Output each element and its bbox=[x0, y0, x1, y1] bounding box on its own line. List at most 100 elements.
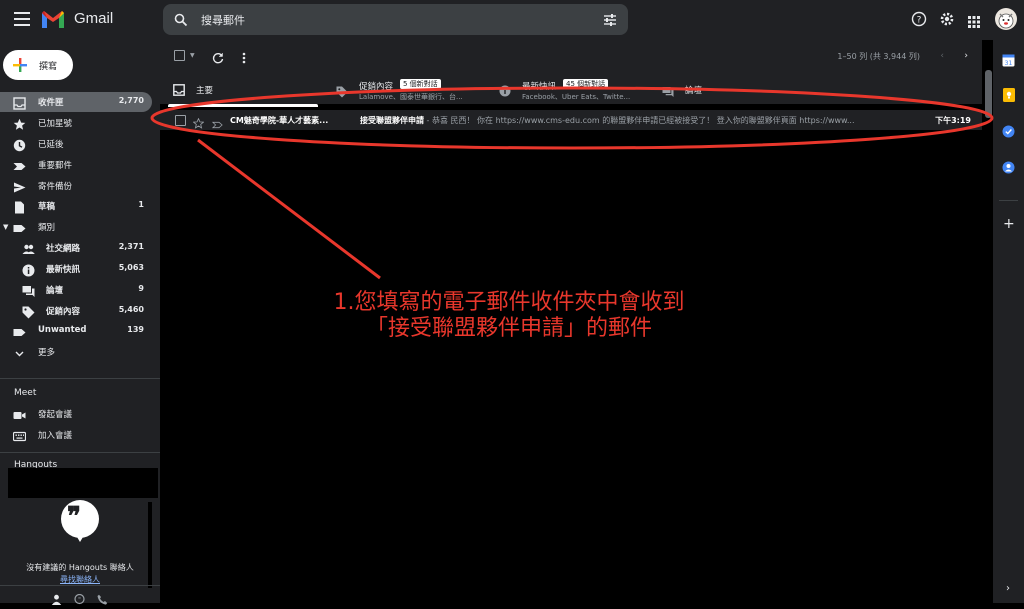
apps-grid-icon[interactable] bbox=[968, 13, 980, 32]
tab-forums[interactable]: 論壇 bbox=[655, 72, 820, 104]
sidebar-item-starred[interactable]: 已加星號 bbox=[0, 113, 152, 133]
sidebar-item-updates[interactable]: 最新快訊 5,063 bbox=[0, 259, 152, 279]
next-page-icon[interactable]: › bbox=[964, 51, 968, 61]
forum-icon bbox=[662, 83, 674, 102]
select-all-checkbox[interactable] bbox=[174, 50, 185, 61]
sidebar-item-label: 社交網路 bbox=[46, 244, 81, 254]
side-panel: 31 + › bbox=[993, 40, 1024, 603]
caret-down-icon[interactable]: ▼ bbox=[3, 223, 8, 231]
email-time: 下午3:19 bbox=[935, 116, 971, 125]
sidebar-item-label: 已延後 bbox=[38, 140, 64, 150]
email-checkbox[interactable] bbox=[175, 115, 186, 126]
sidebar-item-unwanted[interactable]: Unwanted 139 bbox=[0, 321, 152, 341]
hangouts-user-area[interactable] bbox=[8, 468, 158, 498]
sidebar-item-label: 類別 bbox=[38, 223, 56, 233]
tag-icon bbox=[336, 83, 348, 102]
tab-updates[interactable]: 最新快訊 45 個新對話 Facebook、Uber Eats、Twitte..… bbox=[490, 72, 655, 104]
meet-title: Meet bbox=[14, 388, 37, 398]
sidebar-item-snoozed[interactable]: 已延後 bbox=[0, 134, 152, 154]
sidebar-item-count: 5,460 bbox=[118, 305, 144, 314]
expand-panel-icon[interactable]: › bbox=[1006, 583, 1010, 594]
sidebar-item-sent[interactable]: 寄件備份 bbox=[0, 176, 152, 196]
account-avatar[interactable] bbox=[995, 8, 1017, 30]
meet-start-label: 發起會議 bbox=[38, 410, 73, 420]
calendar-icon[interactable]: 31 bbox=[1002, 52, 1015, 71]
sidebar-item-promotions[interactable]: 促銷內容 5,460 bbox=[0, 301, 152, 321]
hangouts-find-contacts-link[interactable]: 尋找聯絡人 bbox=[0, 574, 160, 585]
pagination-text: 1–50 列 (共 3,944 列) bbox=[837, 52, 920, 61]
search-icon[interactable] bbox=[174, 12, 188, 31]
important-outline-icon[interactable] bbox=[211, 115, 223, 134]
settings-gear-icon[interactable] bbox=[939, 11, 955, 31]
category-tabs: 主要 促銷內容 5 個新對話 Lalamove、國泰世華銀行、台... 最新快訊… bbox=[160, 72, 982, 104]
email-subject-line: 接受聯盟夥伴申請 - 恭喜 民西！ 你在 https://www.cms-edu… bbox=[360, 115, 910, 126]
annotation-text: 1.您填寫的電子郵件收件夾中會收到 「接受聯盟夥伴申請」的郵件 bbox=[289, 290, 729, 342]
plus-icon bbox=[12, 57, 28, 77]
refresh-icon[interactable] bbox=[212, 49, 224, 68]
sidebar-item-count: 139 bbox=[127, 325, 144, 334]
sidebar-item-label: 寄件備份 bbox=[38, 182, 73, 192]
keep-icon[interactable] bbox=[1003, 87, 1015, 106]
sidebar-item-label: 更多 bbox=[38, 348, 56, 358]
sidebar-item-label: 重要郵件 bbox=[38, 161, 73, 171]
sidebar-item-drafts[interactable]: 草稿 1 bbox=[0, 196, 152, 216]
menu-icon[interactable] bbox=[14, 12, 30, 26]
help-icon[interactable]: ? bbox=[911, 11, 927, 31]
find-contacts-link-text[interactable]: 尋找聯絡人 bbox=[60, 575, 100, 584]
active-tab-indicator bbox=[168, 104, 318, 107]
tab-senders: Lalamove、國泰世華銀行、台... bbox=[359, 93, 463, 101]
main-scrollbar[interactable] bbox=[985, 70, 992, 118]
tab-promotions[interactable]: 促銷內容 5 個新對話 Lalamove、國泰世華銀行、台... bbox=[325, 72, 490, 104]
search-input[interactable] bbox=[199, 9, 583, 31]
compose-button[interactable]: 撰寫 bbox=[3, 50, 73, 80]
email-row[interactable]: CM魅奇學院-華人才藝素... 接受聯盟夥伴申請 - 恭喜 民西！ 你在 htt… bbox=[160, 110, 982, 130]
new-count-badge: 5 個新對話 bbox=[400, 79, 441, 89]
sidebar-item-forums[interactable]: 論壇 9 bbox=[0, 280, 152, 300]
sidebar-item-social[interactable]: 社交網路 2,371 bbox=[0, 238, 152, 258]
hangouts-empty-text: 沒有建議的 Hangouts 聯絡人 bbox=[26, 563, 134, 572]
keyboard-icon bbox=[12, 428, 27, 442]
search-options-icon[interactable] bbox=[603, 12, 617, 31]
star-outline-icon[interactable] bbox=[192, 114, 205, 133]
sidebar-item-important[interactable]: 重要郵件 bbox=[0, 155, 152, 175]
meet-join-label: 加入會議 bbox=[38, 431, 73, 441]
clock-icon bbox=[13, 137, 27, 152]
annotation-line-1: 1.您填寫的電子郵件收件夾中會收到 bbox=[333, 290, 685, 315]
tasks-icon[interactable] bbox=[1002, 123, 1015, 142]
sidebar-item-more[interactable]: 更多 bbox=[0, 342, 152, 362]
tag-icon bbox=[22, 304, 36, 319]
star-icon bbox=[13, 116, 27, 130]
send-icon bbox=[13, 179, 27, 193]
prev-page-icon[interactable]: ‹ bbox=[940, 51, 944, 61]
sidebar-item-count: 1 bbox=[138, 200, 144, 209]
tab-primary[interactable]: 主要 bbox=[160, 72, 325, 104]
meet-start-button[interactable]: 發起會議 bbox=[0, 404, 152, 424]
hangouts-chat-icon[interactable]: " bbox=[74, 590, 85, 609]
search-bar[interactable] bbox=[163, 4, 628, 35]
person-icon[interactable] bbox=[51, 590, 62, 609]
info-icon bbox=[22, 262, 36, 277]
more-vert-icon[interactable] bbox=[242, 49, 246, 68]
new-count-badge: 45 個新對話 bbox=[563, 79, 609, 89]
tab-label: 最新快訊 bbox=[522, 82, 557, 92]
phone-icon[interactable] bbox=[97, 590, 108, 609]
hangouts-bottom-bar: " bbox=[0, 585, 160, 605]
tab-senders: Facebook、Uber Eats、Twitte... bbox=[522, 93, 631, 101]
email-subject: 接受聯盟夥伴申請 bbox=[360, 116, 424, 125]
sidebar-item-label: 已加星號 bbox=[38, 119, 73, 129]
sidebar-item-inbox[interactable]: 收件匣 2,770 bbox=[0, 92, 152, 112]
select-dropdown-icon[interactable]: ▼ bbox=[190, 52, 195, 59]
contacts-icon[interactable] bbox=[1002, 159, 1015, 178]
label-icon bbox=[13, 324, 27, 338]
sidebar-item-categories[interactable]: ▼ 類別 bbox=[0, 217, 152, 237]
meet-join-button[interactable]: 加入會議 bbox=[0, 425, 152, 445]
people-icon bbox=[22, 241, 36, 255]
add-addon-icon[interactable]: + bbox=[1003, 216, 1015, 232]
inbox-icon bbox=[173, 81, 185, 100]
gmail-logo-icon[interactable] bbox=[40, 9, 66, 33]
sidebar-item-label: 草稿 bbox=[38, 202, 56, 212]
sidebar-item-count: 9 bbox=[138, 284, 144, 293]
app-name: Gmail bbox=[74, 10, 114, 27]
list-toolbar: ▼ 1–50 列 (共 3,944 列) ‹ › bbox=[160, 40, 982, 72]
left-sidebar: 撰寫 收件匣 2,770 已加星號 已延後 重要郵件 寄件備份 草稿 1 ▼ 類… bbox=[0, 40, 160, 605]
